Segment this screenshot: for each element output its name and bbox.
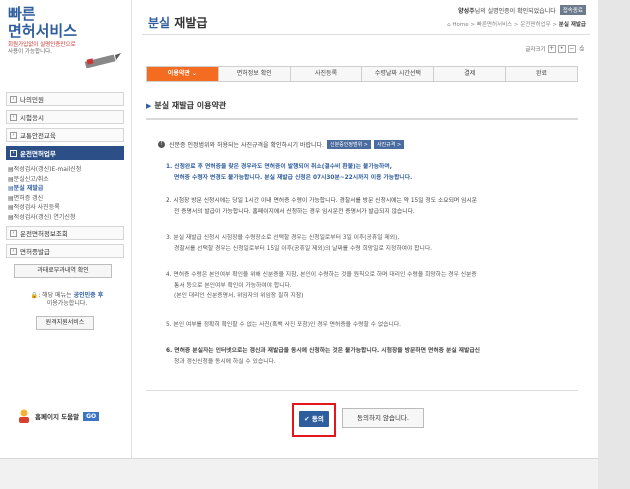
expand-icon: › [10, 247, 17, 255]
step-terms: 이용약관 ⌄ [147, 67, 219, 81]
expand-icon: › [10, 113, 17, 121]
term-item-6: 6. 면허증 분실자는 인터넷으로는 갱신과 재발급을 동시에 신청하는 것은 … [166, 348, 481, 365]
sidebar-item-license-work[interactable]: › 운전면허업무 [6, 146, 124, 160]
sidebar-item-license-issue[interactable]: › 면허증발급 [6, 244, 124, 258]
process-steps: 이용약관 ⌄ 면허정보 확인 사진등록 수령날짜 시간선택 결제 완료 [146, 66, 578, 82]
sidebar-item-label: 나의민원 [20, 96, 44, 104]
page-title: 분실 재발급 [148, 16, 208, 30]
submenu-item[interactable]: ▤면허증 갱신 [8, 194, 124, 204]
font-decrease-button[interactable]: − [567, 45, 576, 53]
term-item-5: 5. 본인 여부를 정확히 확인할 수 없는 사진(흑백 사진 포함)인 경우 … [166, 322, 402, 328]
breadcrumb: ⌂ Home > 빠른면허서비스 > 운전면허업무 > 분실 재발급 [447, 22, 586, 28]
homepage-help[interactable]: 홈페이지 도움말 GO [16, 406, 120, 426]
notice-line: ! 신분증 인정범위와 허용되는 사진규격을 확인하시기 바랍니다. 신분증인정… [158, 140, 405, 149]
sidebar-submenu: ▤적성검사(갱신)E-mail신청 ▤분실신고/취소 ▤분실 재발급 ▤면허증 … [6, 164, 124, 226]
collapse-icon: › [10, 149, 17, 157]
step-payment: 결제 [434, 67, 507, 81]
window-edge [598, 0, 630, 489]
sidebar-item-label: 시험응시 [20, 114, 44, 122]
agree-button[interactable]: ✔ 동의 [299, 411, 329, 427]
info-icon: ! [158, 141, 165, 148]
font-size-control: 글자크기 + • − ⎙ [525, 45, 584, 53]
home-icon: ⌂ [447, 22, 451, 28]
font-increase-button[interactable]: + [547, 45, 556, 53]
footer-bar [0, 458, 598, 489]
sidebar-item-label: 면허증발급 [20, 248, 50, 256]
sidebar-item-label: 교통안전교육 [20, 132, 56, 140]
user-message: 님의 실명인증이 확인되었습니다 [474, 7, 556, 15]
content-divider [146, 390, 578, 391]
section-title: ▶ 분실 재발급 이용약관 [146, 101, 227, 110]
logo-line1: 빠른 [8, 5, 36, 23]
header-divider [142, 34, 590, 35]
print-icon[interactable]: ⎙ [580, 46, 584, 53]
section-divider [146, 118, 578, 120]
sidebar: 빠른 면허서비스 회원가입없이 실명인증만으로 사용이 가능합니다. › 나의민… [0, 0, 132, 489]
term-item-1: 1. 신청완료 후 면허증을 찾은 경우라도 면허증이 발행되어 취소(결수비 … [166, 164, 413, 181]
term-item-3: 3. 분실 재발급 신청시 시험장을 수령장소로 선택할 경우는 신청일로부터 … [166, 235, 433, 252]
logo-subtext1: 회원가입없이 실명인증만으로 [8, 42, 76, 48]
sidebar-item-label: 운전면허업무 [20, 150, 56, 158]
logo-subtext2: 사용이 가능합니다. [8, 49, 52, 55]
term-item-4: 4. 면허증 수령은 본인여부 확인을 위해 신분증을 지참, 본인이 수령하는… [166, 272, 477, 299]
remote-support-button[interactable]: 원격지원서비스 [36, 316, 94, 330]
help-go-button[interactable]: GO [83, 411, 100, 421]
auth-note: 🔒: 해당 메뉴는 공인인증 후 이용가능합니다. [30, 292, 104, 307]
sidebar-item-label: 운전면허정보조회 [20, 230, 68, 238]
photo-spec-button[interactable]: 사진규격 > [373, 140, 405, 149]
expand-icon: › [10, 229, 17, 237]
site-logo[interactable]: 빠른 면허서비스 회원가입없이 실명인증만으로 사용이 가능합니다. [8, 6, 77, 56]
fine-check-button[interactable]: 과태료부과내역 확인 [14, 264, 112, 278]
main-content: 분실 재발급 양성주 님의 실명인증이 확인되었습니다 접속종료 ⌂ Home … [132, 0, 598, 489]
user-name: 양성주 [458, 7, 475, 15]
disagree-button[interactable]: 동의하지 않습니다. [342, 408, 424, 428]
submenu-item-selected[interactable]: ▤분실 재발급 [8, 184, 124, 194]
step-receipt-time: 수령날짜 시간선택 [362, 67, 435, 81]
submenu-item[interactable]: ▤분실신고/취소 [8, 175, 124, 185]
sidebar-item-my-petition[interactable]: › 나의민원 [6, 92, 124, 106]
step-complete: 완료 [506, 67, 577, 81]
expand-icon: › [10, 131, 17, 139]
arrow-right-icon: ▶ [146, 101, 152, 110]
submenu-item[interactable]: ▤적성검사(갱신) 연기신청 [8, 213, 124, 223]
sidebar-menu: › 나의민원 › 시험응시 › 교통안전교육 › 운전면허업무 ▤적성검사(갱신… [6, 92, 124, 330]
user-status: 양성주 님의 실명인증이 확인되었습니다 접속종료 [458, 5, 586, 15]
sidebar-item-traffic-education[interactable]: › 교통안전교육 [6, 128, 124, 142]
step-license-info: 면허정보 확인 [218, 67, 291, 81]
logo-line2: 면허서비스 [8, 22, 78, 40]
step-photo: 사진등록 [290, 67, 363, 81]
help-label: 홈페이지 도움말 [35, 413, 80, 421]
submenu-item[interactable]: ▤적성검사(갱신)E-mail신청 [8, 165, 124, 175]
id-range-button[interactable]: 신분증인정범위 > [326, 140, 371, 149]
logout-button[interactable]: 접속종료 [559, 5, 586, 15]
submenu-item[interactable]: ▤적성검사 사진등록 [8, 203, 124, 213]
sidebar-item-exam[interactable]: › 시험응시 [6, 110, 124, 124]
sidebar-item-license-info[interactable]: › 운전면허정보조회 [6, 226, 124, 240]
font-reset-button[interactable]: • [557, 45, 566, 53]
expand-icon: › [10, 95, 17, 103]
term-item-2: 2. 시험장 방문 신청시에는 당일 1시간 이내 면허증 수령이 가능합니다.… [166, 198, 478, 215]
help-person-icon [19, 409, 29, 423]
pen-icon [84, 53, 121, 68]
